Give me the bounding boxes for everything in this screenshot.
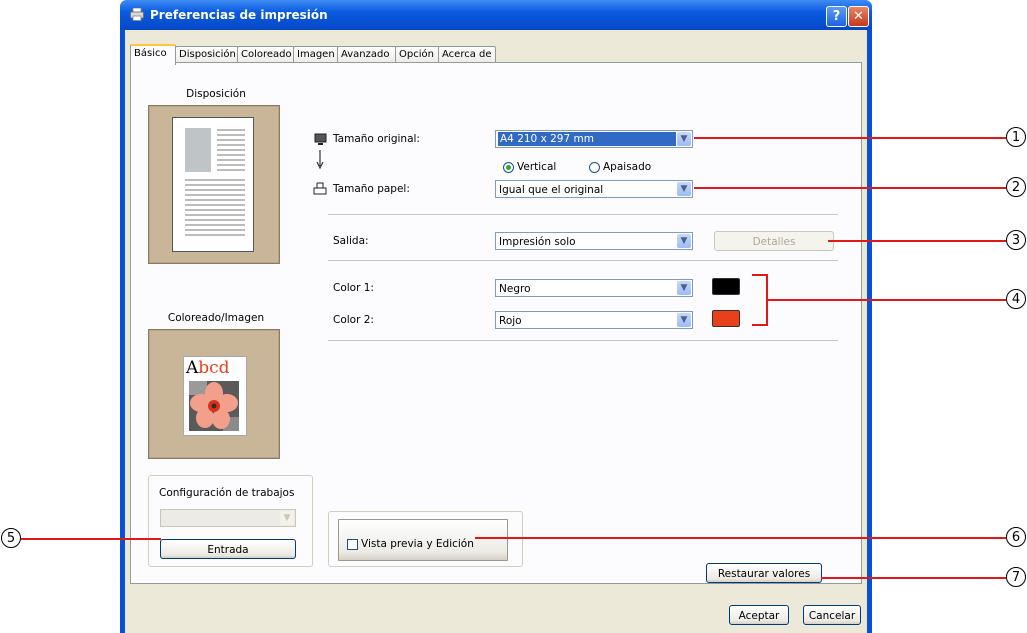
callout-line-2 [694,187,1006,189]
ok-button[interactable]: Aceptar [729,605,789,625]
sample-text-black: A [186,358,199,378]
layout-preview [148,105,280,264]
paper-size-label: Tamaño papel: [333,183,410,195]
color-sample-page: Abcd [183,356,247,436]
tab-opcion[interactable]: Opción [395,46,440,63]
job-settings-title: Configuración de trabajos [159,487,295,499]
callout-line-3 [828,240,1006,242]
callout-line-6 [475,537,1006,539]
color1-select[interactable]: Negro ▼ [495,279,693,297]
callout-line-7 [821,577,1006,579]
callout-line-1 [694,137,1006,139]
output-select[interactable]: Impresión solo ▼ [495,232,693,250]
close-button[interactable]: ✕ [848,6,869,27]
landscape-radio[interactable] [589,162,600,173]
callout-bracket-bottom [752,324,766,326]
basic-tab-panel: Disposición Coloreado/Imagen Abcd Tamaño… [130,62,862,584]
color1-swatch [712,278,740,295]
window-title: Preferencias de impresión [150,8,328,22]
paper-size-value: Igual que el original [499,184,604,196]
monitor-icon [314,133,327,145]
color-preview-title: Coloreado/Imagen [167,312,265,324]
restore-defaults-button[interactable]: Restaurar valores [706,563,822,583]
color1-label: Color 1: [333,282,374,294]
output-value: Impresión solo [499,236,576,248]
callout-1: 1 [1006,127,1026,147]
chevron-down-icon[interactable]: ▼ [677,182,691,196]
divider [328,260,838,262]
tab-acerca-de[interactable]: Acerca de [438,46,496,63]
color2-swatch [712,310,740,327]
callout-line-5 [21,538,161,540]
chevron-down-icon[interactable]: ▼ [677,132,691,146]
landscape-radio-label[interactable]: Apaisado [603,161,651,173]
color2-label: Color 2: [333,314,374,326]
chevron-down-icon[interactable]: ▼ [280,511,294,525]
details-button[interactable]: Detalles [714,231,834,251]
printer-icon [313,182,327,195]
color2-select[interactable]: Rojo ▼ [495,311,693,329]
callout-6: 6 [1006,527,1026,547]
chevron-down-icon[interactable]: ▼ [677,313,691,327]
callout-line-4 [766,299,1006,301]
divider [328,214,838,216]
preview-edit-label[interactable]: Vista previa y Edición [361,538,474,550]
callout-4: 4 [1006,289,1026,309]
output-label: Salida: [333,235,369,247]
callout-3: 3 [1006,230,1026,250]
document-layout-icon [185,128,245,236]
original-size-select[interactable]: A4 210 x 297 mm ▼ [495,130,693,148]
chevron-down-icon[interactable]: ▼ [677,234,691,248]
job-settings-select[interactable]: ▼ [160,509,296,527]
preview-edit-checkbox[interactable] [347,539,358,550]
original-size-value: A4 210 x 297 mm [498,132,676,146]
arrow-down-icon [316,150,324,170]
sample-text-red: bcd [198,358,230,378]
color-image-preview: Abcd [148,329,280,459]
callout-5: 5 [1,528,21,548]
help-button[interactable]: ? [826,6,847,27]
dialog-client-area: Básico Disposición Coloreado Imagen Avan… [125,30,867,633]
flower-image [189,381,239,431]
title-bar[interactable]: Preferencias de impresión ? ✕ [120,0,872,30]
chevron-down-icon[interactable]: ▼ [677,281,691,295]
divider [328,340,838,342]
vertical-radio[interactable] [503,162,514,173]
page-thumbnail [172,117,254,252]
printer-app-icon [130,8,144,21]
callout-bracket-top [752,274,766,276]
tab-avanzado[interactable]: Avanzado [337,46,397,63]
callout-2: 2 [1006,177,1026,197]
callout-7: 7 [1006,567,1026,587]
cancel-button[interactable]: Cancelar [803,605,861,625]
tab-coloreado[interactable]: Coloreado [237,46,295,63]
tab-imagen[interactable]: Imagen [293,46,339,63]
tab-disposicion[interactable]: Disposición [175,46,239,63]
color2-value: Rojo [499,315,522,327]
original-size-label: Tamaño original: [333,133,420,145]
color1-value: Negro [499,283,531,295]
tab-basico[interactable]: Básico [130,44,176,65]
layout-preview-title: Disposición [186,88,246,100]
paper-size-select[interactable]: Igual que el original ▼ [495,180,693,198]
vertical-radio-label[interactable]: Vertical [517,161,556,173]
entry-button[interactable]: Entrada [160,539,296,559]
